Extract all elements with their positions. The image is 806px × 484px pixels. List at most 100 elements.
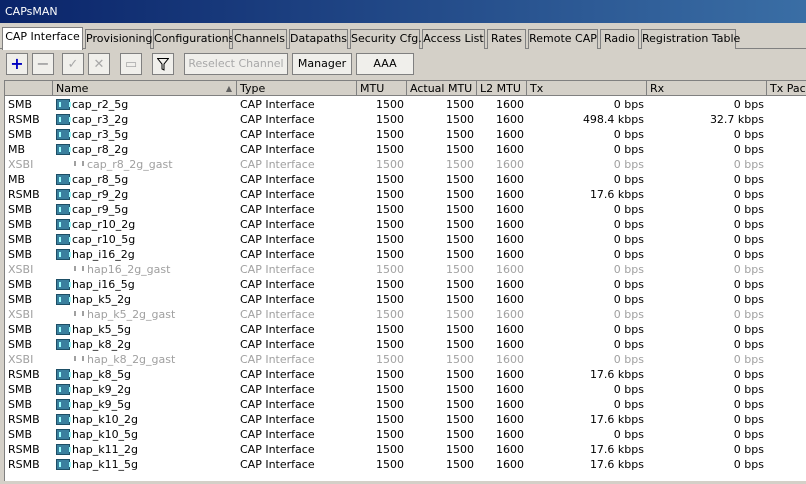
table-row[interactable]: SMB cap_r2_5g CAP Interface 1500 1500 1600 0 b… [5, 97, 806, 112]
cell-tx: 0 bps [613, 428, 644, 441]
table-row[interactable]: RSMB hap_k11_2g CAP Interface 1500 1500 1600 1… [5, 442, 806, 457]
tab-remote-cap[interactable]: Remote CAP [528, 29, 598, 49]
tab-radio[interactable]: Radio [600, 29, 639, 49]
cell-l2-mtu: 1600 [496, 398, 524, 411]
cell-mtu: 1500 [376, 218, 404, 231]
cell-actual-mtu: 1500 [446, 383, 474, 396]
cell-rx: 0 bps [733, 398, 764, 411]
cell-mtu: 1500 [376, 368, 404, 381]
cell-rx: 0 bps [733, 173, 764, 186]
cell-flags: SMB [8, 428, 33, 441]
tab-security-cfg[interactable]: Security Cfg. [350, 29, 422, 49]
column-header-tx-packets[interactable]: Tx Pack [767, 81, 806, 96]
cell-rx: 0 bps [733, 143, 764, 156]
cell-flags: RSMB [8, 413, 40, 426]
table-row[interactable]: XSBI hap16_2g_gast CAP Interface 1500 1500 16… [5, 262, 806, 277]
cell-mtu: 1500 [376, 353, 404, 366]
table-row[interactable]: RSMB cap_r9_2g CAP Interface 1500 1500 1600 17… [5, 187, 806, 202]
tab-cap-interface[interactable]: CAP Interface [2, 27, 83, 50]
cell-name: hap_k5_5g [53, 322, 237, 337]
column-header-tx[interactable]: Tx [527, 81, 647, 96]
table-row[interactable]: SMB hap_k8_2g CAP Interface 1500 1500 1600 0 b… [5, 337, 806, 352]
table-row[interactable]: SMB hap_i16_2g CAP Interface 1500 1500 1600 0 … [5, 247, 806, 262]
table-row[interactable]: XSBI cap_r8_2g_gast CAP Interface 1500 1500 1… [5, 157, 806, 172]
cell-mtu: 1500 [376, 323, 404, 336]
interface-name: hap_k10_5g [72, 428, 139, 441]
cell-flags: SMB [8, 248, 33, 261]
table-row[interactable]: RSMB hap_k10_2g CAP Interface 1500 1500 1600 1… [5, 412, 806, 427]
column-header-actual-mtu[interactable]: Actual MTU [407, 81, 477, 96]
table-row[interactable]: MB cap_r8_5g CAP Interface 1500 1500 1600 0 bp… [5, 172, 806, 187]
cell-mtu: 1500 [376, 203, 404, 216]
cell-tx: 17.6 kbps [589, 458, 644, 471]
cell-flags: MB [8, 143, 26, 156]
filter-icon[interactable] [152, 53, 174, 75]
tab-rates[interactable]: Rates [487, 29, 526, 49]
tab-registration-table[interactable]: Registration Table [641, 29, 740, 49]
cell-name: hap_k8_5g [53, 367, 237, 382]
cell-mtu: 1500 [376, 113, 404, 126]
cross-icon[interactable]: ✕ [88, 53, 110, 75]
cell-flags: XSBI [8, 158, 34, 171]
column-header-name[interactable]: Name ▲ [53, 81, 237, 96]
reselect-channel-button[interactable]: Reselect Channel [184, 53, 288, 75]
table-row[interactable]: RSMB hap_k11_5g CAP Interface 1500 1500 1600 1… [5, 457, 806, 472]
table-row[interactable]: SMB hap_k10_5g CAP Interface 1500 1500 1600 0 … [5, 427, 806, 442]
table-row[interactable]: XSBI hap_k5_2g_gast CAP Interface 1500 1500 1… [5, 307, 806, 322]
plus-icon[interactable]: + [6, 53, 28, 75]
cell-flags: SMB [8, 383, 33, 396]
cell-actual-mtu: 1500 [446, 98, 474, 111]
column-header-type[interactable]: Type [237, 81, 357, 96]
cell-tx: 0 bps [613, 143, 644, 156]
cell-actual-mtu: 1500 [446, 353, 474, 366]
cell-tx: 0 bps [613, 323, 644, 336]
table-row[interactable]: SMB hap_i16_5g CAP Interface 1500 1500 1600 0 … [5, 277, 806, 292]
cell-tx: 0 bps [613, 398, 644, 411]
tab-datapaths[interactable]: Datapaths [289, 29, 348, 49]
table-row[interactable]: SMB cap_r9_5g CAP Interface 1500 1500 1600 0 b… [5, 202, 806, 217]
column-header-mtu[interactable]: MTU [357, 81, 407, 96]
cell-tx: 0 bps [613, 158, 644, 171]
cell-mtu: 1500 [376, 143, 404, 156]
column-header-rx[interactable]: Rx [647, 81, 767, 96]
cell-mtu: 1500 [376, 173, 404, 186]
tab-provisioning[interactable]: Provisioning [85, 29, 153, 49]
table-row[interactable]: SMB hap_k5_2g CAP Interface 1500 1500 1600 0 b… [5, 292, 806, 307]
cell-name: cap_r9_2g [53, 187, 237, 202]
column-header-l2-mtu[interactable]: L2 MTU [477, 81, 527, 96]
table-row[interactable]: SMB hap_k9_5g CAP Interface 1500 1500 1600 0 b… [5, 397, 806, 412]
tab-channels[interactable]: Channels [232, 29, 287, 49]
cell-tx: 0 bps [613, 128, 644, 141]
table-row[interactable]: MB cap_r8_2g CAP Interface 1500 1500 1600 0 bp… [5, 142, 806, 157]
comment-icon[interactable]: ▭ [120, 53, 142, 75]
minus-icon[interactable]: − [32, 53, 54, 75]
table-row[interactable]: RSMB hap_k8_5g CAP Interface 1500 1500 1600 17… [5, 367, 806, 382]
cap-interface-icon [71, 354, 85, 365]
cap-interface-icon [56, 369, 71, 380]
table-row[interactable]: RSMB cap_r3_2g CAP Interface 1500 1500 1600 49… [5, 112, 806, 127]
table-row[interactable]: SMB hap_k5_5g CAP Interface 1500 1500 1600 0 b… [5, 322, 806, 337]
cell-tx: 0 bps [613, 98, 644, 111]
cell-actual-mtu: 1500 [446, 233, 474, 246]
tab-configurations[interactable]: Configurations [153, 29, 234, 49]
cell-mtu: 1500 [376, 308, 404, 321]
cell-flags: SMB [8, 203, 33, 216]
cell-type: CAP Interface [240, 323, 315, 336]
table-row[interactable]: SMB hap_k9_2g CAP Interface 1500 1500 1600 0 b… [5, 382, 806, 397]
tab-access-list[interactable]: Access List [422, 29, 485, 49]
cell-actual-mtu: 1500 [446, 278, 474, 291]
cap-interface-icon [56, 429, 71, 440]
check-icon[interactable]: ✓ [62, 53, 84, 75]
manager-button[interactable]: Manager [292, 53, 352, 75]
cell-flags: RSMB [8, 113, 40, 126]
table-row[interactable]: SMB cap_r10_5g CAP Interface 1500 1500 1600 0 … [5, 232, 806, 247]
aaa-button[interactable]: AAA [356, 53, 414, 75]
table-row[interactable]: SMB cap_r3_5g CAP Interface 1500 1500 1600 0 b… [5, 127, 806, 142]
cell-type: CAP Interface [240, 458, 315, 471]
column-header-flags[interactable] [5, 81, 53, 96]
cell-rx: 0 bps [733, 233, 764, 246]
interface-name: hap_k8_5g [72, 368, 132, 381]
table-row[interactable]: SMB cap_r10_2g CAP Interface 1500 1500 1600 0 … [5, 217, 806, 232]
table-row[interactable]: XSBI hap_k8_2g_gast CAP Interface 1500 1500 1… [5, 352, 806, 367]
interface-name: cap_r8_5g [72, 173, 129, 186]
